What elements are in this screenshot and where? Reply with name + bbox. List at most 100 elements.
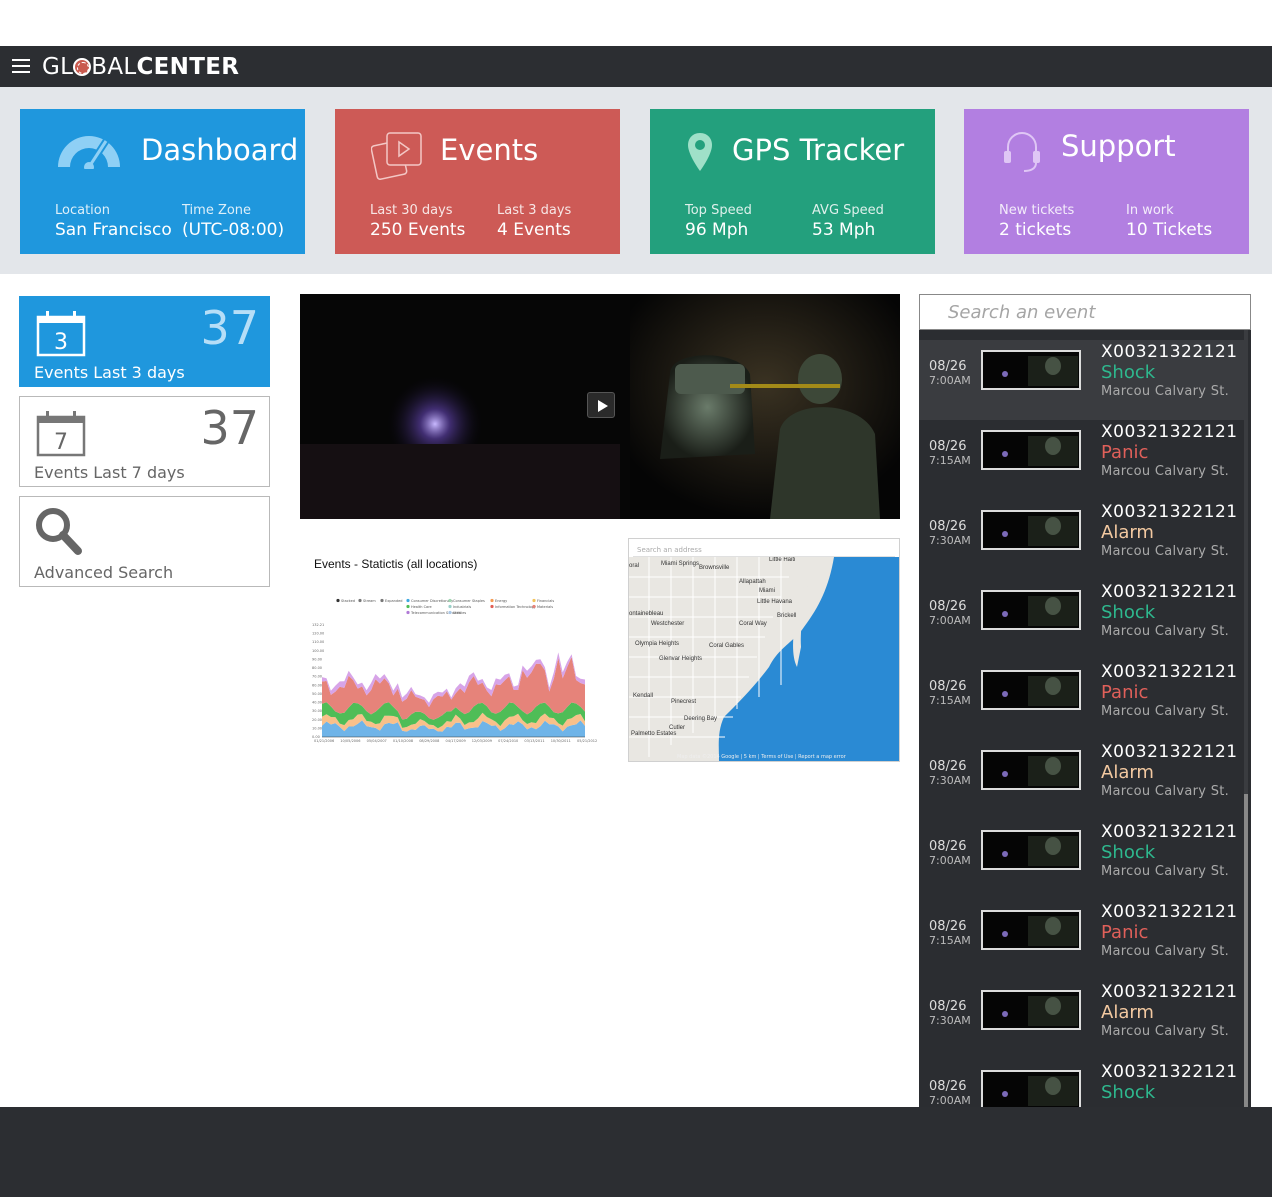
event-list-item[interactable]: 08/26 7:30AM X00321322121 Alarm Marcou Calva… (919, 500, 1244, 580)
event-search-box[interactable] (919, 294, 1251, 330)
legend-marker (406, 598, 410, 603)
video-player[interactable] (300, 294, 900, 519)
legend-label: Stream (363, 599, 376, 603)
event-address: Marcou Calvary St. (1101, 624, 1230, 639)
map-canvas[interactable]: Miami SpringsBrownsville Little Haiti Alla… (629, 557, 899, 761)
events-last-7-days-card[interactable]: 7 37 Events Last 7 days (19, 396, 270, 487)
event-time: 7:15AM (929, 454, 971, 467)
events-statistics-chart: Events - Statictis (all locations) Stack… (300, 540, 600, 760)
event-address: Marcou Calvary St. (1101, 1024, 1230, 1039)
advanced-search-card[interactable]: Advanced Search (19, 496, 270, 587)
event-list-item[interactable]: 08/26 7:15AM X00321322121 Panic Marcou Calva… (919, 900, 1244, 980)
event-time: 7:15AM (929, 934, 971, 947)
legend-label: Health Care (411, 605, 432, 609)
y-tick-label: 70.00 (312, 675, 322, 679)
legend-marker (380, 598, 384, 603)
top-bar: GL BALCENTER (0, 46, 1272, 87)
event-type: Shock (1101, 362, 1156, 383)
legend-label: Financials (537, 599, 554, 603)
event-thumbnail[interactable] (981, 990, 1081, 1030)
map-label: Kendall (633, 693, 653, 699)
event-id: X00321322121 (1101, 422, 1238, 442)
event-address: Marcou Calvary St. (1101, 544, 1230, 559)
quick-filters: 3 37 Events Last 3 days 7 37 Events Last… (19, 296, 270, 596)
x-tick-label: 10/30/2011 (551, 739, 571, 743)
event-thumbnail[interactable] (981, 510, 1081, 550)
map-widget[interactable]: Search an address Miami Springs Brownsvil… (628, 538, 900, 762)
footer-bar (0, 1107, 1272, 1197)
legend-label: Information Technology (495, 605, 536, 609)
x-tick-label: 04/17/2009 (446, 739, 466, 743)
event-thumbnail[interactable] (981, 350, 1081, 390)
event-type: Alarm (1101, 1002, 1154, 1023)
address-search-input[interactable]: Search an address (633, 543, 895, 557)
event-time: 7:00AM (929, 1094, 971, 1107)
event-id: X00321322121 (1101, 582, 1238, 602)
x-tick-label: 07/24/2010 (498, 739, 518, 743)
scrollbar-thumb[interactable] (1244, 794, 1248, 1107)
y-tick-label: 10.00 (312, 726, 322, 730)
hamburger-menu-icon[interactable] (12, 59, 30, 73)
events-last-3-days-card[interactable]: 3 37 Events Last 3 days (19, 296, 270, 387)
event-list-item[interactable]: 08/26 7:15AM X00321322121 Panic Marcou Calva… (919, 420, 1244, 500)
tile-stat: Location San Francisco (55, 203, 172, 240)
event-list-item[interactable]: 08/26 7:15AM X00321322121 Panic Marcou Calva… (919, 660, 1244, 740)
chart-title: Events - Statictis (all locations) (314, 557, 478, 571)
event-list-item[interactable]: 08/26 7:00AM X00321322121 Shock Marcou Calva… (919, 820, 1244, 900)
events-count: 37 (200, 301, 259, 355)
event-date: 08/26 7:00AM (929, 1079, 971, 1108)
event-thumbnail[interactable] (981, 430, 1081, 470)
event-list-item[interactable]: 08/26 7:00AM X00321322121 Shock (919, 1060, 1244, 1107)
event-day: 08/26 (929, 999, 967, 1014)
event-time: 7:00AM (929, 374, 971, 387)
svg-text:3: 3 (54, 330, 68, 355)
map-label: oral (629, 563, 639, 569)
event-date: 08/26 7:00AM (929, 840, 971, 868)
play-button[interactable] (587, 392, 615, 418)
event-thumbnail[interactable] (981, 910, 1081, 950)
event-day: 08/26 (929, 519, 967, 534)
legend-label: Consumer Staples (453, 599, 485, 603)
tile-stat: New tickets 2 tickets (999, 203, 1075, 240)
event-day: 08/26 (929, 1079, 967, 1094)
video-clip-icon (371, 132, 422, 180)
event-list-item[interactable]: 08/26 7:30AM X00321322121 Alarm Marcou Calva… (919, 740, 1244, 820)
event-date: 08/26 7:30AM (929, 760, 971, 788)
map-label: Pinecrest (671, 699, 696, 705)
summary-tiles: Dashboard Location San Francisco Time Zon… (0, 87, 1272, 274)
logo[interactable]: GL BALCENTER (42, 54, 239, 80)
tile-stat: AVG Speed 53 Mph (812, 203, 884, 240)
event-list-item[interactable]: 08/26 7:30AM X00321322121 Alarm Marcou Calva… (919, 980, 1244, 1060)
event-thumbnail[interactable] (981, 1070, 1081, 1107)
event-time: 7:30AM (929, 774, 971, 787)
tile-support[interactable]: Support New tickets 2 tickets In work 10 T… (964, 109, 1249, 254)
event-date: 08/26 7:00AM (929, 360, 971, 388)
event-id: X00321322121 (1101, 902, 1238, 922)
event-search-input[interactable] (920, 295, 1250, 329)
x-tick-label: 05/04/2007 (367, 739, 387, 743)
map-label: Brownsville (699, 565, 730, 571)
map-label: ontainebleau (629, 611, 663, 617)
event-address: Marcou Calvary St. (1101, 944, 1230, 959)
y-tick-label: 90.00 (312, 657, 322, 661)
event-type: Panic (1101, 922, 1149, 943)
event-thumbnail[interactable] (981, 670, 1081, 710)
tile-gps-tracker[interactable]: GPS Tracker Top Speed 96 Mph AVG Speed 53 … (650, 109, 935, 254)
x-tick-label: 12/03/2009 (472, 739, 492, 743)
event-type: Panic (1101, 682, 1149, 703)
x-tick-label: 01/21/2006 (314, 739, 334, 743)
event-list-item[interactable]: 08/26 7:00AM X00321322121 Shock Marcou Calva… (919, 340, 1244, 420)
x-tick-label: 05/21/2012 (577, 739, 597, 743)
event-list-item[interactable]: 08/26 7:00AM X00321322121 Shock Marcou Calva… (919, 580, 1244, 660)
event-thumbnail[interactable] (981, 830, 1081, 870)
x-tick-label: 03/13/2011 (524, 739, 544, 743)
y-tick-label: 80.00 (312, 666, 322, 670)
event-thumbnail[interactable] (981, 750, 1081, 790)
tile-title: Support (1061, 129, 1176, 163)
event-thumbnail[interactable] (981, 590, 1081, 630)
legend-marker (448, 604, 452, 609)
tile-events[interactable]: Events Last 30 days 250 Events Last 3 day… (335, 109, 620, 254)
event-date: 08/26 7:00AM (929, 600, 971, 628)
tile-dashboard[interactable]: Dashboard Location San Francisco Time Zon… (20, 109, 305, 254)
tile-stat: Last 30 days 250 Events (370, 203, 466, 240)
